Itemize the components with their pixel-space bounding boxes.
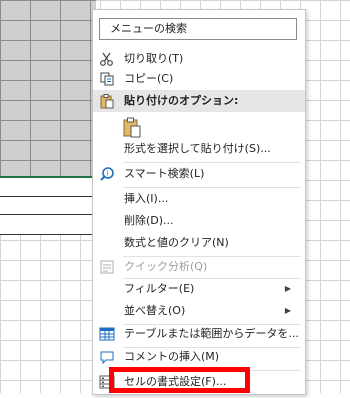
menu-item-label: 並べ替え(O) <box>124 304 186 317</box>
table-row-line <box>0 214 96 215</box>
svg-text:i: i <box>107 170 109 178</box>
menu-item-label: スマート検索(L) <box>124 167 205 180</box>
paste-icon <box>99 93 115 109</box>
selected-range[interactable] <box>0 0 96 176</box>
menu-item-filter[interactable]: フィルター(E) ▶ <box>93 278 305 300</box>
submenu-arrow-icon: ▶ <box>284 306 291 315</box>
context-menu: メニューの検索 切り取り(T) コピー(C) 貼り付けのオプション: 形式を選択… <box>92 9 306 395</box>
menu-item-label: コメントの挿入(M) <box>124 350 220 363</box>
menu-item-delete[interactable]: 削除(D)... <box>93 210 305 232</box>
menu-item-clear-contents[interactable]: 数式と値のクリア(N) <box>93 232 305 254</box>
menu-item-label: コピー(C) <box>124 72 174 85</box>
bordered-table[interactable] <box>0 176 96 235</box>
menu-item-label: 貼り付けのオプション: <box>124 94 239 107</box>
menu-item-label: クイック分析(Q) <box>124 260 208 273</box>
menu-item-label: 形式を選択して貼り付け(S)... <box>124 142 271 155</box>
menu-item-insert[interactable]: 挿入(I)... <box>93 188 305 210</box>
menu-item-label: テーブルまたは範囲からデータを... <box>124 327 299 340</box>
table-icon <box>99 326 115 342</box>
submenu-arrow-icon: ▶ <box>284 284 291 293</box>
highlight-box <box>109 367 250 393</box>
menu-item-label: 数式と値のクリア(N) <box>124 236 229 249</box>
menu-item-sort[interactable]: 並べ替え(O) ▶ <box>93 300 305 322</box>
menu-item-label: フィルター(E) <box>124 282 195 295</box>
menu-item-copy[interactable]: コピー(C) <box>93 68 305 90</box>
menu-item-label: 削除(D)... <box>124 214 174 227</box>
menu-item-paste-special[interactable]: 形式を選択して貼り付け(S)... <box>93 138 305 160</box>
scissors-icon <box>99 51 115 67</box>
menu-item-quick-analysis[interactable]: クイック分析(Q) <box>93 256 305 278</box>
smart-lookup-icon: i <box>99 166 115 182</box>
paste-options-header: 貼り付けのオプション: <box>93 90 305 112</box>
copy-icon <box>99 71 115 87</box>
menu-item-label: 挿入(I)... <box>124 192 169 205</box>
quick-analysis-icon <box>99 259 115 275</box>
menu-item-label: 切り取り(T) <box>124 52 184 65</box>
comment-icon <box>99 349 115 365</box>
menu-item-cut[interactable]: 切り取り(T) <box>93 48 305 70</box>
menu-item-insert-comment[interactable]: コメントの挿入(M) <box>93 346 305 368</box>
menu-item-get-data-from-table[interactable]: テーブルまたは範囲からデータを... <box>93 323 305 345</box>
menu-search-input[interactable]: メニューの検索 <box>99 18 297 40</box>
menu-item-smart-lookup[interactable]: i スマート検索(L) <box>93 163 305 185</box>
table-row-line <box>0 196 96 197</box>
paste-option-button[interactable] <box>123 116 143 138</box>
